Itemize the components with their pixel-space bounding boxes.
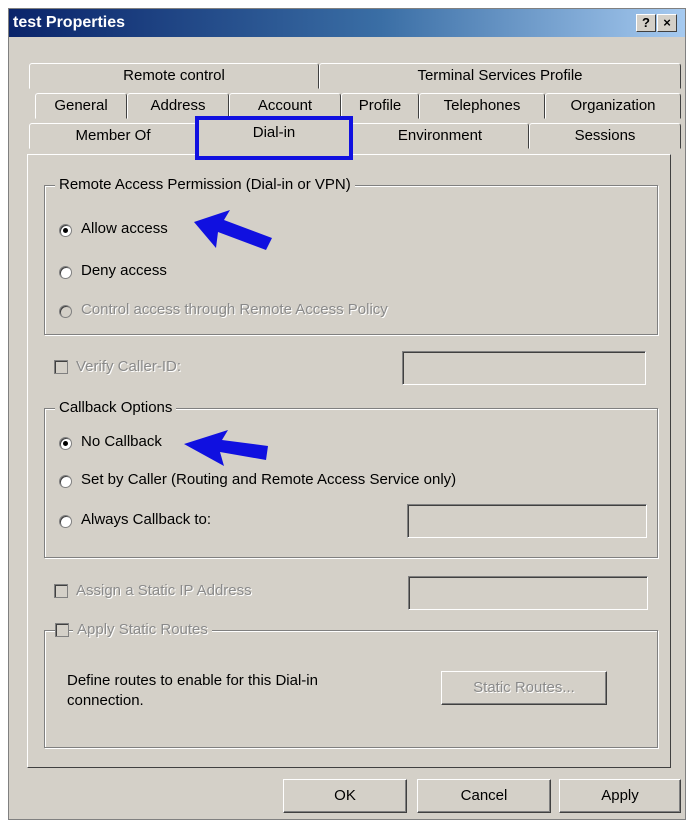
cancel-button[interactable]: Cancel (417, 779, 551, 813)
always-callback-label[interactable]: Always Callback to: (81, 511, 211, 528)
static-routes-label: Apply Static Routes (73, 621, 212, 638)
always-callback-field (407, 504, 647, 538)
verify-caller-id-checkbox (54, 360, 68, 374)
tab-sessions[interactable]: Sessions (529, 123, 681, 149)
always-callback-radio[interactable] (59, 515, 72, 528)
tab-organization[interactable]: Organization (545, 93, 681, 119)
callback-options-group: Callback Options No Callback Set by Call… (44, 399, 658, 558)
static-routes-group: Apply Static Routes Define routes to ena… (44, 621, 658, 748)
static-routes-description: Define routes to enable for this Dial-in… (67, 672, 318, 709)
no-callback-arrow-icon (184, 430, 268, 466)
tab-general[interactable]: General (35, 93, 127, 119)
allow-access-radio[interactable] (59, 224, 72, 237)
deny-access-radio[interactable] (59, 266, 72, 279)
close-button[interactable]: × (657, 14, 677, 32)
tab-environment[interactable]: Environment (351, 123, 529, 149)
ok-button[interactable]: OK (283, 779, 407, 813)
allow-access-label[interactable]: Allow access (81, 220, 168, 237)
static-routes-button: Static Routes... (441, 671, 607, 705)
remote-access-legend: Remote Access Permission (Dial-in or VPN… (55, 176, 355, 193)
tab-terminal-services-profile[interactable]: Terminal Services Profile (319, 63, 681, 89)
deny-access-label[interactable]: Deny access (81, 262, 167, 279)
title-bar: test Properties ? × (9, 9, 685, 37)
dial-in-highlight-box (195, 116, 353, 160)
apply-button[interactable]: Apply (559, 779, 681, 813)
tab-remote-control[interactable]: Remote control (29, 63, 319, 89)
properties-dialog: test Properties ? × Remote control Termi… (8, 8, 686, 820)
window-title: test Properties (13, 14, 126, 31)
allow-access-arrow-icon (194, 210, 272, 250)
static-routes-checkbox (55, 623, 69, 637)
set-by-caller-radio[interactable] (59, 475, 72, 488)
caller-id-field (402, 351, 646, 385)
verify-caller-id-label: Verify Caller-ID: (76, 358, 182, 375)
callback-options-legend: Callback Options (55, 399, 177, 416)
no-callback-label[interactable]: No Callback (81, 433, 162, 450)
policy-access-label: Control access through Remote Access Pol… (81, 301, 388, 318)
static-ip-label: Assign a Static IP Address (76, 582, 252, 599)
static-ip-field (408, 576, 648, 610)
tab-member-of[interactable]: Member Of (29, 123, 197, 149)
dial-in-panel: Remote Access Permission (Dial-in or VPN… (27, 154, 671, 768)
remote-access-group: Remote Access Permission (Dial-in or VPN… (44, 176, 658, 335)
static-ip-checkbox (54, 584, 68, 598)
tab-telephones[interactable]: Telephones (419, 93, 545, 119)
no-callback-radio[interactable] (59, 437, 72, 450)
policy-access-radio (59, 305, 72, 318)
help-button[interactable]: ? (636, 14, 656, 32)
